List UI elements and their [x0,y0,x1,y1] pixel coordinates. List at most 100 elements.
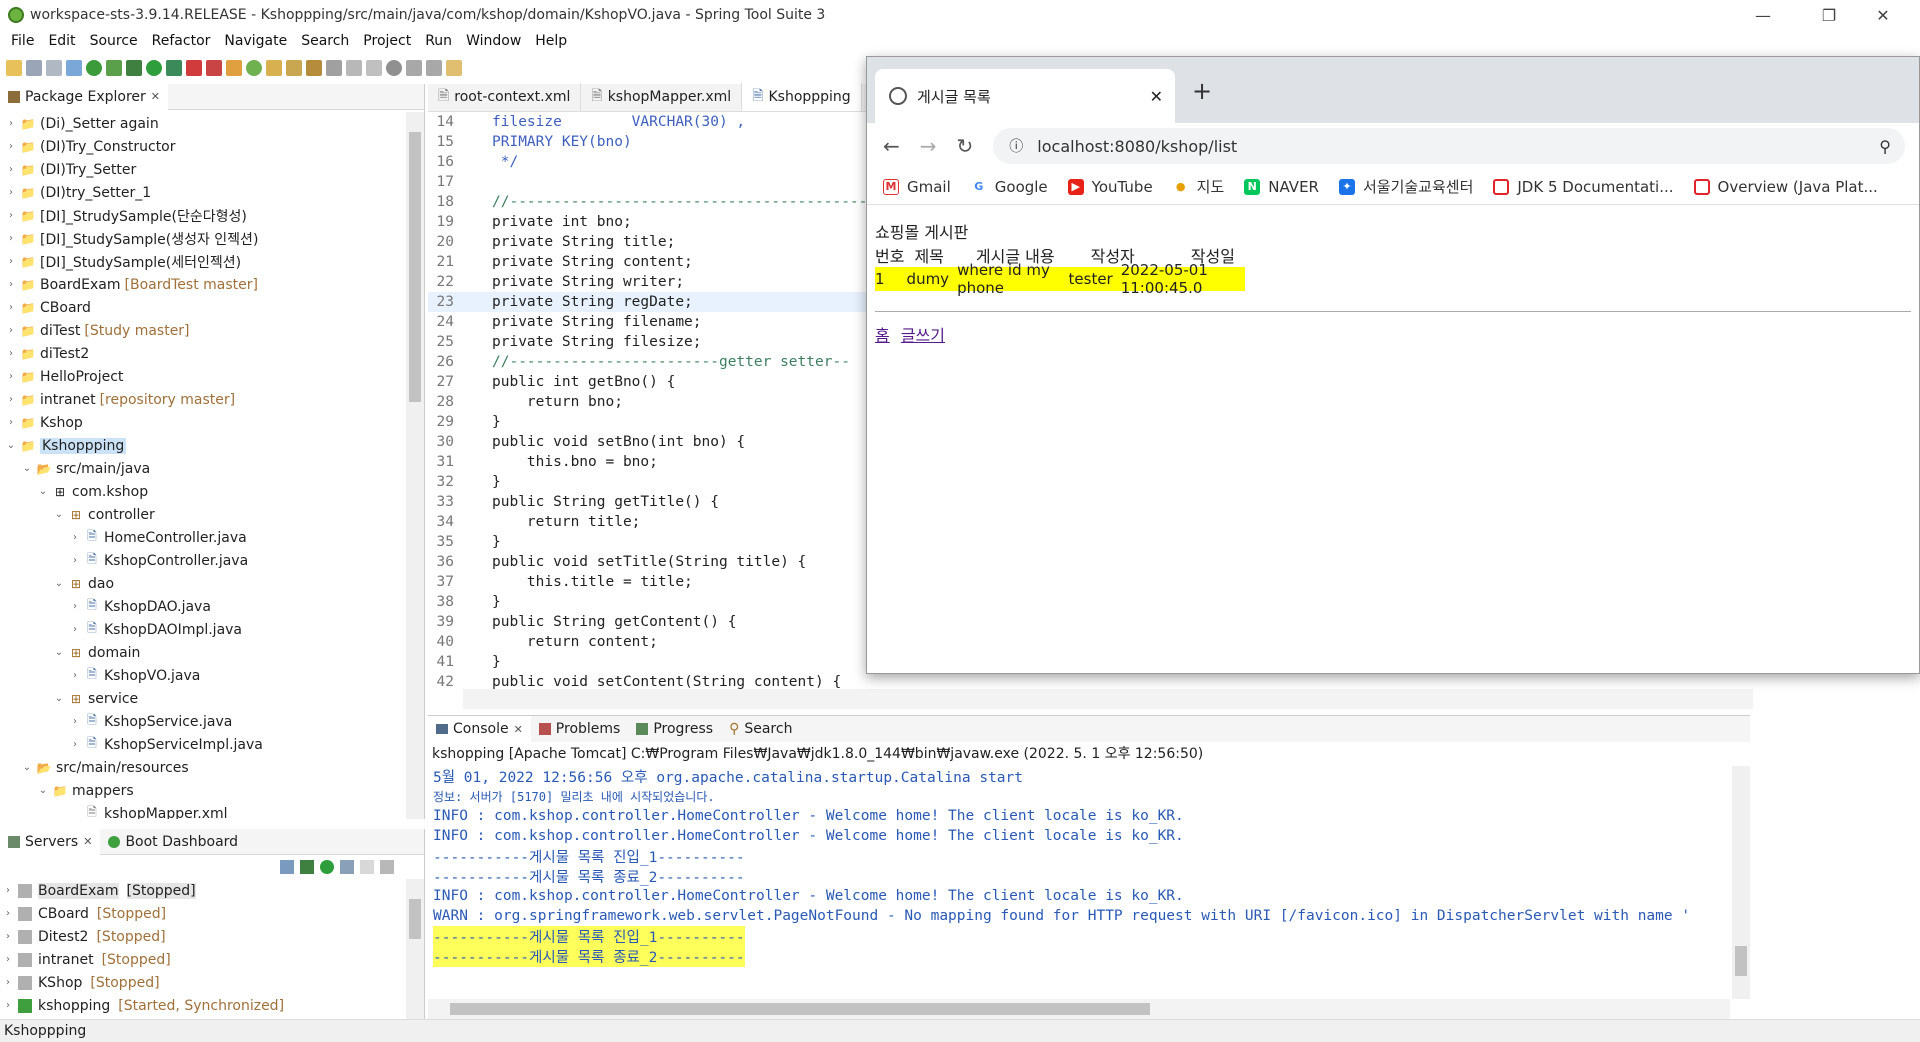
tree-item[interactable]: › 🗎 KshopDAO.java [0,595,406,618]
bookmark-gmail[interactable]: M Gmail [883,178,951,196]
tab-servers[interactable]: Servers ✕ [0,828,101,855]
browser-tab[interactable]: 게시글 목록 ✕ [875,69,1175,123]
tab-progress[interactable]: Progress [628,716,721,742]
server-row[interactable]: › BoardExam [Stopped] [0,879,424,902]
tab-package-explorer[interactable]: Package Explorer ✕ [0,83,168,110]
editor-tab[interactable]: 🗎 root-context.xml [428,83,582,111]
back-arrow-icon[interactable]: ← [883,134,900,158]
editor-horizontal-scrollbar[interactable] [463,689,1753,709]
tree-item[interactable]: ⌄ 📂 src/main/java [0,457,406,480]
tree-item[interactable]: ⌄ 📂 src/main/resources [0,756,406,779]
debug-server-icon[interactable] [300,860,314,874]
server-row[interactable]: › kshopping [Started, Synchronized] [0,994,424,1017]
scrollbar-thumb[interactable] [450,1003,1150,1015]
console-output[interactable]: 5월 01, 2022 12:56:56 오후 org.apache.catal… [428,766,1730,999]
scrollbar-thumb[interactable] [1735,946,1747,976]
chevron-right-icon[interactable]: › [4,394,18,405]
tree-item[interactable]: › 📁 CBoard [0,296,406,319]
tree-item[interactable]: › 📁 diTest2 [0,342,406,365]
back-icon[interactable] [446,60,462,76]
chevron-right-icon[interactable]: › [4,348,18,359]
coverage-icon[interactable] [166,60,182,76]
address-bar[interactable]: ⓘ localhost:8080/kshop/list ⚲ [993,128,1905,164]
chevron-down-icon[interactable]: ⌄ [20,762,34,773]
forward-arrow-icon[interactable]: → [920,134,937,158]
server-row[interactable]: › intranet [Stopped] [0,948,424,971]
menu-source[interactable]: Source [83,33,145,49]
bookmark-jdk-docs[interactable]: JDK 5 Documentati... [1493,178,1674,196]
chevron-right-icon[interactable]: › [4,141,18,152]
tree-item[interactable]: ⌄ ⊞ com.kshop [0,480,406,503]
bookmark-google[interactable]: G Google [970,178,1048,196]
zoom-icon[interactable]: ⚲ [1879,137,1891,156]
tree-item[interactable]: › 📁 (DI)Try_Setter [0,158,406,181]
tree-item[interactable]: › 📁 diTest [Study master] [0,319,406,342]
save-icon[interactable] [26,60,42,76]
tree-item-selected[interactable]: ⌄ 📁 Kshoppping [0,434,406,457]
tree-item[interactable]: › 🗎 KshopServiceImpl.java [0,733,406,756]
chevron-right-icon[interactable]: › [6,977,18,988]
chevron-right-icon[interactable]: › [4,279,18,290]
new-icon[interactable] [6,60,22,76]
search-tool-icon[interactable] [306,60,322,76]
chevron-right-icon[interactable]: › [4,325,18,336]
restore-button[interactable]: ❐ [1806,0,1852,30]
chevron-right-icon[interactable]: › [68,716,82,727]
debug-icon[interactable] [126,60,142,76]
bookmark-youtube[interactable]: ▶ YouTube [1067,178,1153,196]
chevron-right-icon[interactable]: › [4,164,18,175]
tab-problems[interactable]: Problems [531,716,629,742]
chevron-right-icon[interactable]: › [4,256,18,267]
tree-item[interactable]: ⌄ 📁 mappers [0,779,406,802]
close-button[interactable]: ✕ [1860,0,1906,30]
write-link[interactable]: 글쓰기 [901,326,945,345]
menu-search[interactable]: Search [294,33,356,49]
stop-server-icon[interactable] [360,860,374,874]
tree-item[interactable]: › 📁 intranet [repository master] [0,388,406,411]
chevron-right-icon[interactable]: › [6,885,18,896]
reload-icon[interactable]: ↻ [957,134,974,158]
tree-item[interactable]: › 📁 HelloProject [0,365,406,388]
collapse-icon[interactable] [280,860,294,874]
chevron-down-icon[interactable]: ⌄ [36,785,50,796]
chevron-right-icon[interactable]: › [68,532,82,543]
scrollbar-thumb[interactable] [409,132,421,402]
scrollbar-thumb[interactable] [409,899,421,939]
bookmark-java-overview[interactable]: Overview (Java Plat... [1693,178,1878,196]
chevron-down-icon[interactable]: ⌄ [52,509,66,520]
console-scrollbar[interactable] [1732,766,1750,999]
editor-tab[interactable]: 🗎 kshopMapper.xml [581,83,743,111]
chevron-right-icon[interactable]: › [68,624,82,635]
editor-tab[interactable]: 🗎 Kshoppping [742,83,862,111]
chevron-right-icon[interactable]: › [68,601,82,612]
mark-occurrences-icon[interactable] [346,60,362,76]
tree-item[interactable]: 🗎 kshopMapper.xml [0,802,406,819]
minimize-button[interactable]: — [1740,0,1786,30]
chevron-down-icon[interactable]: ⌄ [20,463,34,474]
tab-boot-dashboard[interactable]: Boot Dashboard [100,829,246,855]
stop-icon[interactable] [186,60,202,76]
new-tab-icon[interactable]: + [1192,77,1212,105]
chevron-right-icon[interactable]: › [68,739,82,750]
show-whitespace-icon[interactable] [366,60,382,76]
publish-icon[interactable] [380,860,394,874]
start-server-icon[interactable] [86,60,102,76]
menu-help[interactable]: Help [528,33,574,49]
open-task-icon[interactable] [286,60,302,76]
tree-item[interactable]: › 📁 BoardExam [BoardTest master] [0,273,406,296]
menu-refactor[interactable]: Refactor [145,33,218,49]
chevron-right-icon[interactable]: › [4,417,18,428]
start-server-icon[interactable] [320,860,334,874]
chevron-down-icon[interactable]: ⌄ [52,647,66,658]
run-icon[interactable] [146,60,162,76]
close-icon[interactable]: ✕ [83,835,92,848]
chevron-right-icon[interactable]: › [68,670,82,681]
package-explorer-scrollbar[interactable] [406,112,424,819]
tree-item[interactable]: › 🗎 KshopService.java [0,710,406,733]
server-row[interactable]: › KShop [Stopped] [0,971,424,994]
chevron-right-icon[interactable]: › [6,908,18,919]
tree-item[interactable]: › 🗎 KshopDAOImpl.java [0,618,406,641]
chevron-right-icon[interactable]: › [4,302,18,313]
web-browser-icon[interactable] [386,60,402,76]
annotation-icon[interactable] [326,60,342,76]
